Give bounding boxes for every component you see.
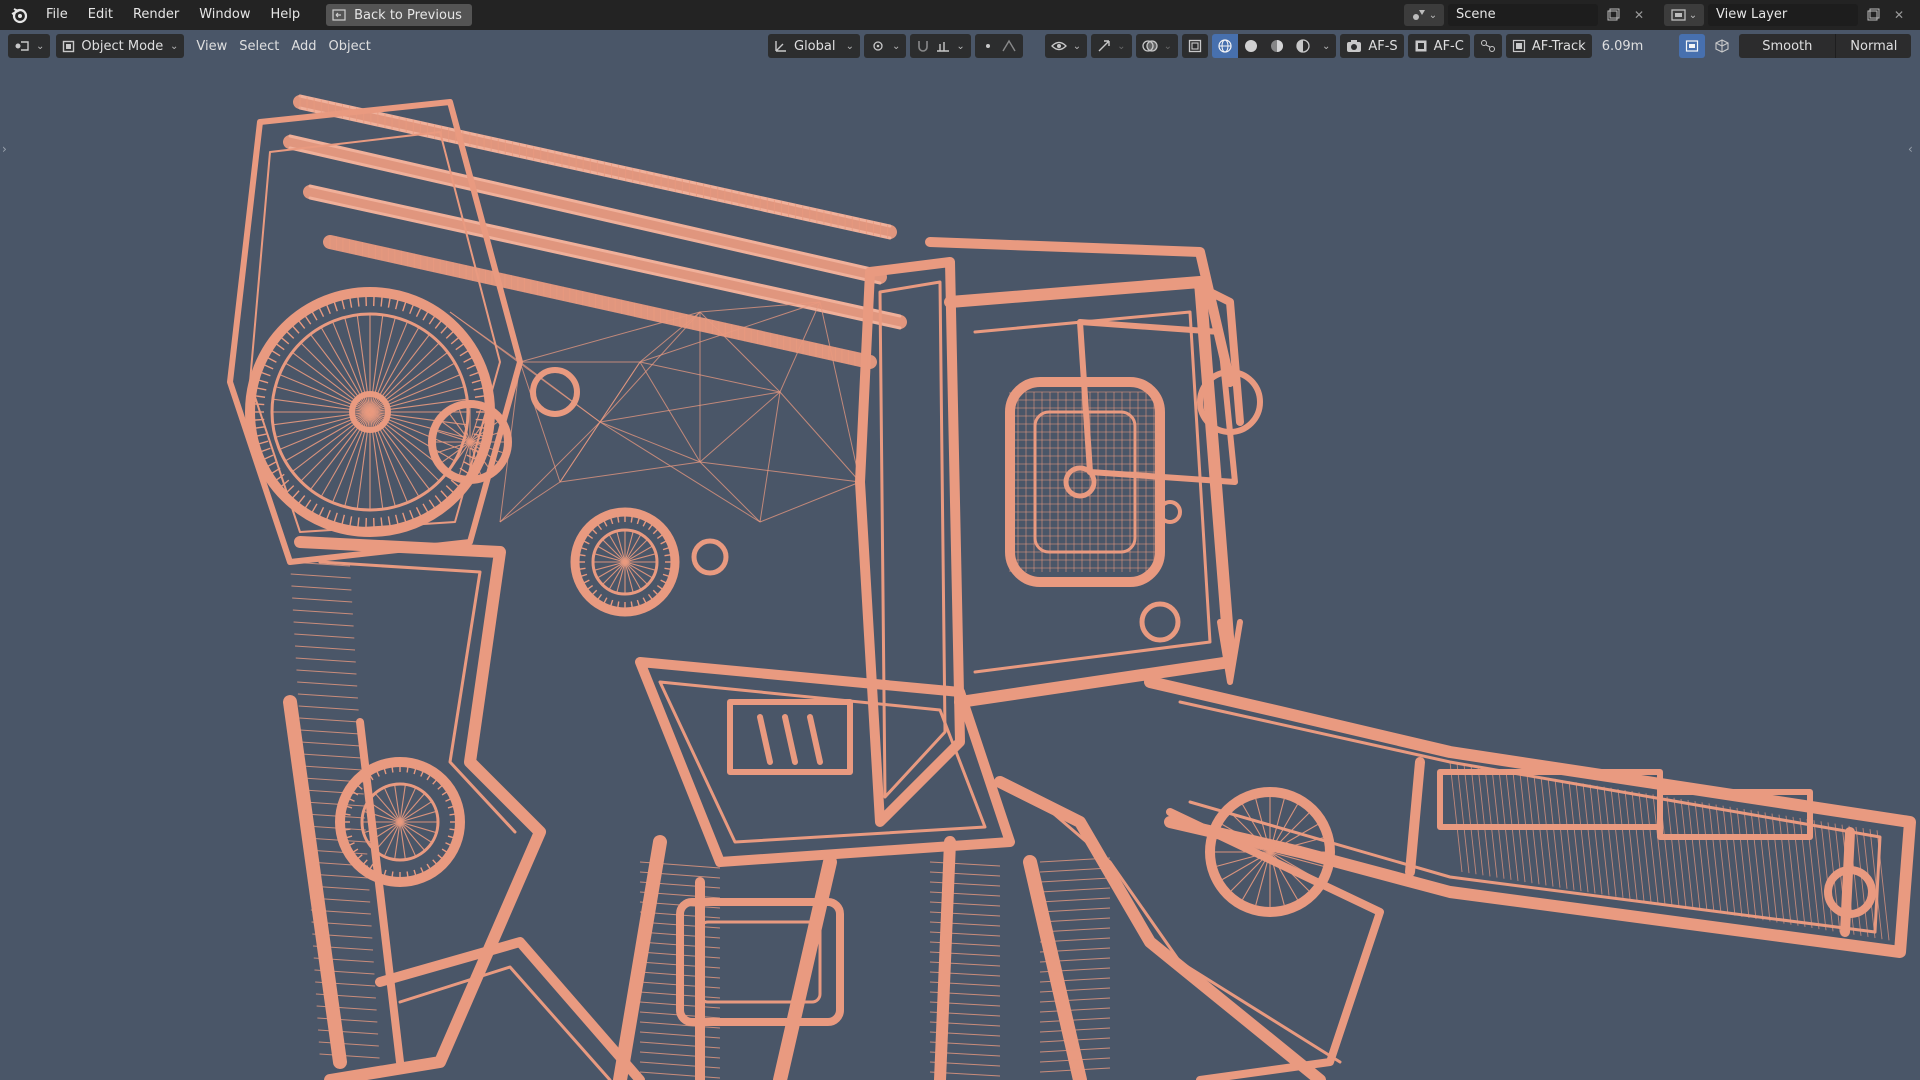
wireframe-shading-button[interactable] [1211, 34, 1238, 58]
chevron-down-icon: ⌄ [1117, 40, 1126, 52]
chevron-down-icon: ⌄ [1688, 9, 1698, 21]
shading-options-button[interactable]: ⌄ [1315, 34, 1337, 58]
af-c-checkbox-icon [1414, 39, 1428, 53]
solid-shading-icon [1244, 39, 1258, 53]
proportional-editing-button[interactable] [974, 34, 1023, 58]
visibility-button[interactable]: ⌄ [1044, 34, 1088, 58]
chevron-down-icon: ⌄ [170, 40, 179, 52]
eye-icon [1050, 39, 1067, 53]
menu-edit[interactable]: Edit [78, 3, 123, 27]
camera-icon [1346, 39, 1362, 53]
menu-view[interactable]: View [190, 34, 233, 58]
af-c-button[interactable]: AF-C [1407, 34, 1470, 58]
object-mode-icon [62, 40, 75, 53]
back-icon [332, 9, 346, 21]
rendered-shading-icon [1296, 39, 1310, 53]
view-layer-selector-button[interactable]: ⌄ [1664, 4, 1704, 26]
editor-type-icon [14, 39, 30, 53]
3d-viewport[interactable]: › ‹ [0, 62, 1920, 1080]
chevron-down-icon: ⌄ [1072, 40, 1082, 52]
new-view-layer-icon[interactable] [1862, 4, 1884, 26]
close-icon[interactable]: ✕ [1888, 4, 1910, 26]
menu-add[interactable]: Add [285, 34, 322, 58]
af-s-button[interactable]: AF-S [1340, 34, 1404, 58]
object-mode-label: Object Mode [81, 38, 164, 54]
new-scene-icon[interactable] [1602, 4, 1624, 26]
object-mode-dropdown[interactable]: Object Mode ⌄ [56, 34, 185, 58]
scene-name-field[interactable]: Scene [1448, 4, 1598, 26]
view-layer-icon [1671, 8, 1687, 22]
back-label: Back to Previous [354, 7, 462, 23]
editor-type-button[interactable]: ⌄ [8, 34, 51, 58]
viewport-header: ⌄ Object Mode ⌄ View Select Add Object G… [0, 30, 1920, 62]
chevron-down-icon: ⌄ [1321, 40, 1331, 52]
material-shading-button[interactable] [1263, 34, 1290, 58]
menu-render[interactable]: Render [123, 3, 189, 27]
menu-window[interactable]: Window [189, 3, 260, 27]
sidebar-toggle-icon[interactable]: ‹ [1908, 142, 1918, 156]
smooth-button[interactable]: Smooth [1739, 34, 1836, 58]
close-icon[interactable]: ✕ [1628, 4, 1650, 26]
af-track-checkbox-icon [1512, 39, 1526, 53]
material-shading-icon [1270, 39, 1284, 53]
transform-orientation-label: Global [794, 38, 836, 54]
rendered-shading-button[interactable] [1289, 34, 1316, 58]
chevron-down-icon: ⌄ [956, 40, 965, 52]
shading-type-group: Smooth Normal [1739, 34, 1912, 58]
chevron-down-icon: ⌄ [36, 40, 45, 52]
scene-icon [1411, 8, 1427, 22]
tracking-icon [1480, 39, 1496, 53]
af-c-label: AF-C [1433, 38, 1464, 54]
toolbar-toggle-icon[interactable]: › [2, 142, 12, 156]
focus-distance-field[interactable]: 6.09m [1596, 34, 1650, 58]
overlay-button[interactable]: ⌄ [1135, 34, 1178, 58]
back-to-previous-button[interactable]: Back to Previous [326, 4, 472, 26]
pivot-point-button[interactable]: ⌄ [864, 34, 907, 58]
view-layer-name-field[interactable]: View Layer [1708, 4, 1858, 26]
scene-selector-button[interactable]: ⌄ [1404, 4, 1444, 26]
solid-shading-button[interactable] [1237, 34, 1264, 58]
wireframe-robot-model [227, 94, 1916, 1080]
af-track-label: AF-Track [1531, 38, 1586, 54]
pivot-icon [870, 39, 886, 53]
af-s-label: AF-S [1368, 38, 1398, 54]
chevron-down-icon: ⌄ [845, 40, 854, 52]
wireframe-shading-icon [1218, 39, 1232, 53]
chevron-down-icon: ⌄ [892, 40, 901, 52]
menu-file[interactable]: File [36, 3, 78, 27]
chevron-down-icon: ⌄ [1163, 40, 1172, 52]
normal-button[interactable]: Normal [1835, 34, 1912, 58]
camera-view-toggle-button[interactable] [1679, 34, 1706, 58]
top-bar: File Edit Render Window Help Back to Pre… [0, 0, 1920, 30]
shading-mode-group: ⌄ [1211, 34, 1337, 58]
gizmo-button[interactable]: ⌄ [1091, 34, 1132, 58]
snap-grid-icon [936, 39, 950, 53]
overlay-icon [1141, 39, 1158, 53]
snap-icon [916, 39, 930, 53]
menu-object[interactable]: Object [323, 34, 377, 58]
blender-logo-icon[interactable] [8, 4, 30, 26]
cube-icon [1715, 39, 1729, 53]
af-track-button[interactable]: AF-Track [1505, 34, 1592, 58]
transform-orientation-icon [774, 39, 788, 53]
perspective-cube-button[interactable] [1709, 34, 1735, 58]
menu-help[interactable]: Help [261, 3, 311, 27]
tracking-target-button[interactable] [1473, 34, 1502, 58]
proportional-falloff-icon [1001, 39, 1017, 53]
xray-toggle-button[interactable] [1181, 34, 1208, 58]
transform-orientation-dropdown[interactable]: Global ⌄ [768, 34, 860, 58]
proportional-icon [981, 39, 995, 53]
snap-button[interactable]: ⌄ [910, 34, 971, 58]
camera-view-icon [1685, 39, 1699, 53]
gizmo-icon [1097, 39, 1111, 53]
xray-icon [1188, 39, 1202, 53]
menu-select[interactable]: Select [233, 34, 285, 58]
chevron-down-icon: ⌄ [1428, 9, 1438, 21]
